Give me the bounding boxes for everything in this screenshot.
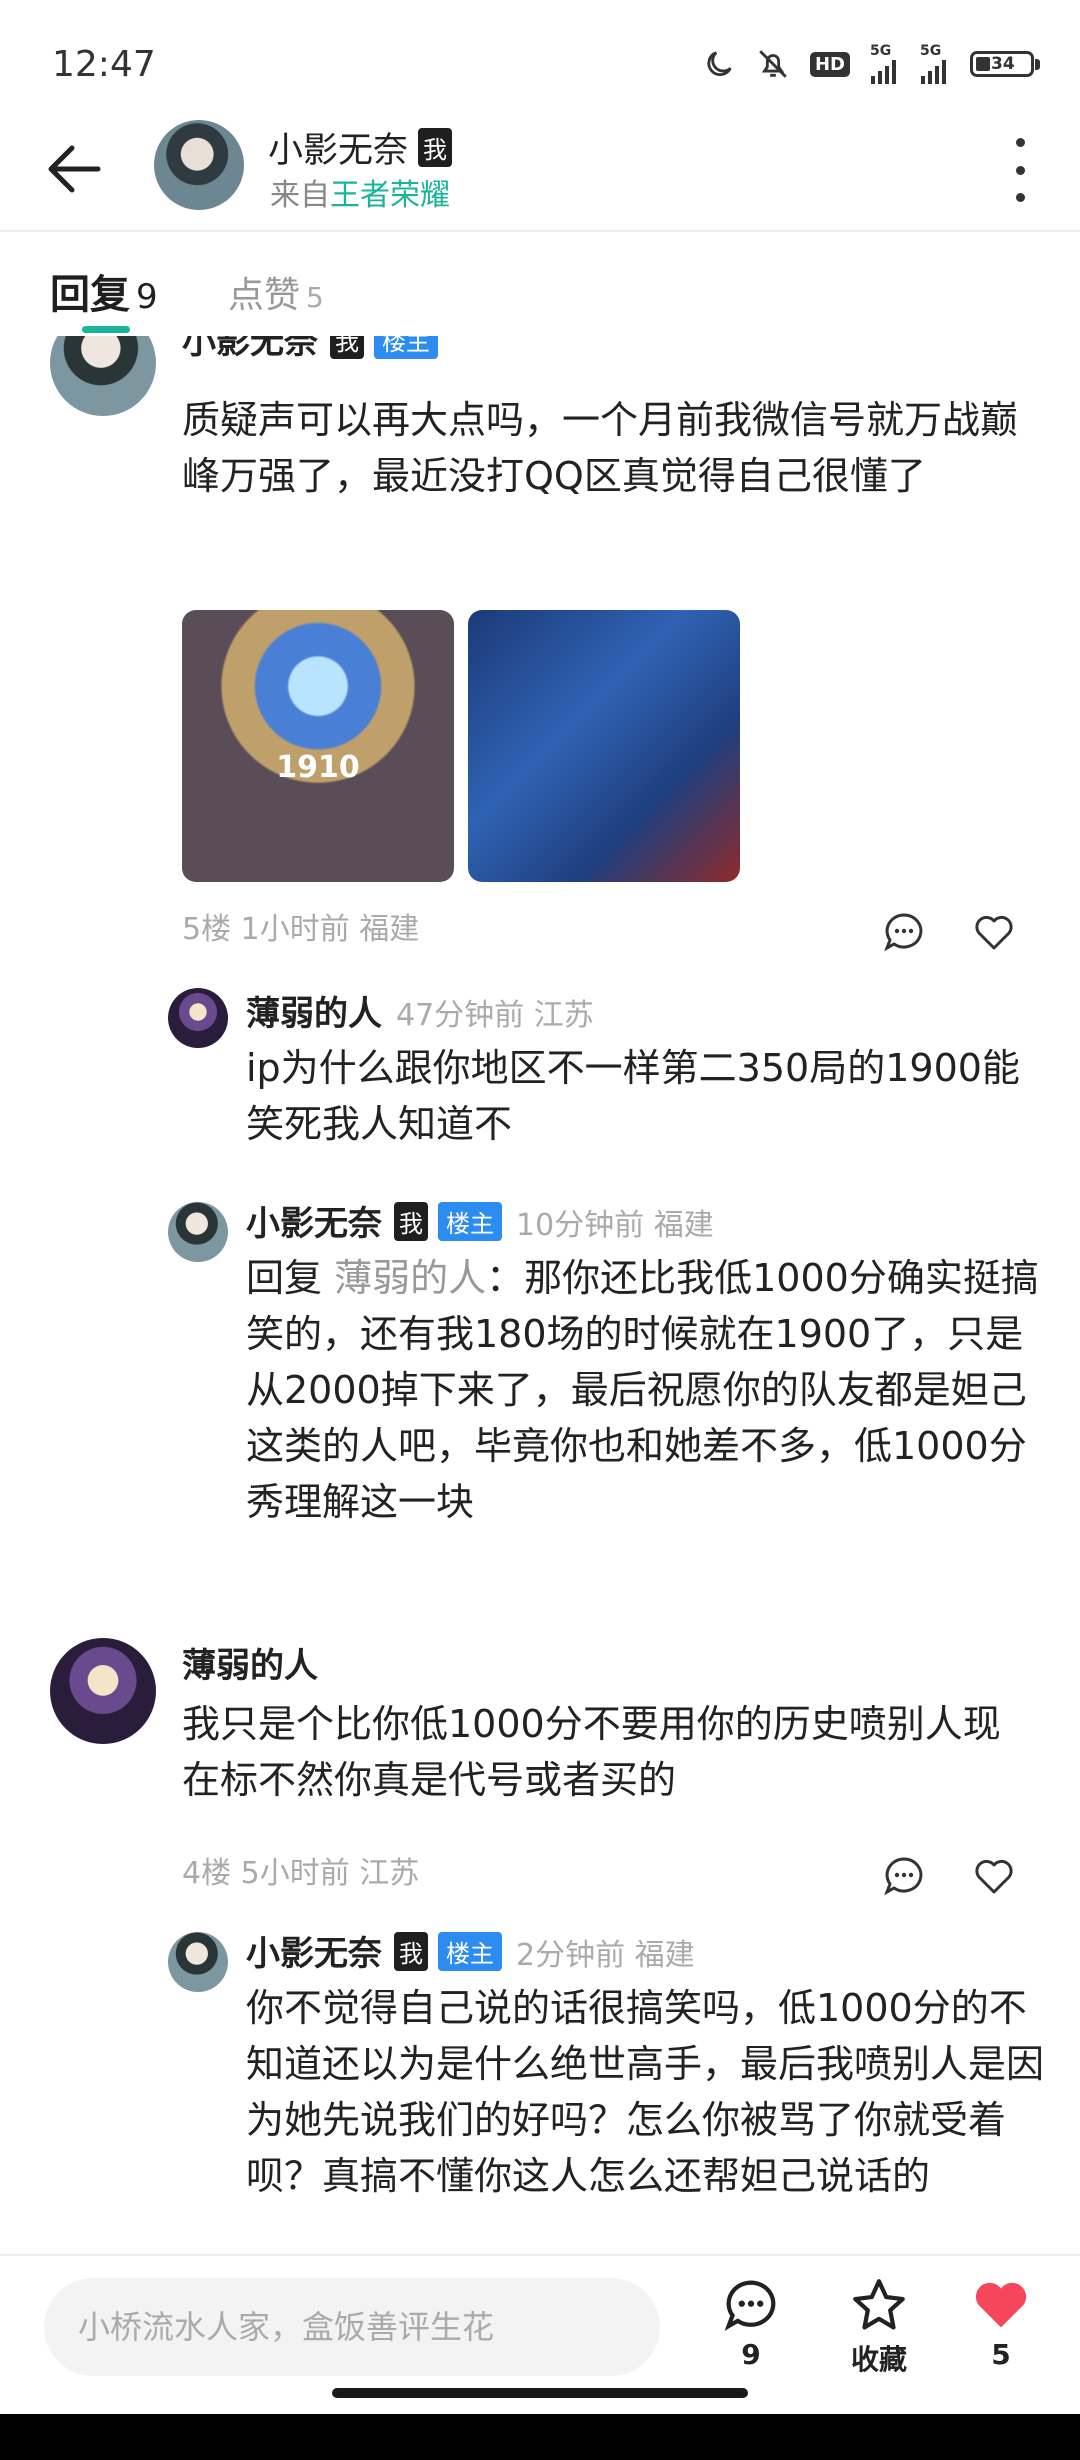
op-tag: 楼主 bbox=[438, 1202, 502, 1241]
reply-author[interactable]: 小影无奈我楼主 2分钟前 福建 bbox=[246, 1926, 695, 1975]
tabs: 回复 9 点赞 5 bbox=[0, 232, 1080, 336]
signal-icon bbox=[871, 60, 896, 84]
moon-icon bbox=[707, 51, 732, 76]
avatar[interactable] bbox=[168, 1202, 228, 1262]
post-image[interactable]: 1910 bbox=[182, 610, 454, 882]
comment-icon bbox=[724, 2280, 776, 2331]
star-icon bbox=[853, 2279, 905, 2330]
comment-icon[interactable] bbox=[882, 910, 926, 954]
tab-reply[interactable]: 回复 9 bbox=[50, 262, 158, 320]
status-bar: 12:47 HD 5G 5G 34 bbox=[0, 0, 1080, 110]
source-link[interactable]: 王者荣耀 bbox=[330, 178, 450, 213]
favorite-label: 收藏 bbox=[850, 2343, 907, 2376]
like-button[interactable]: 5 bbox=[956, 2276, 1046, 2371]
reply-author[interactable]: 小影无奈我楼主 10分钟前 福建 bbox=[246, 1196, 714, 1245]
header-source: 来自王者荣耀 bbox=[270, 178, 450, 213]
op-tag: 楼主 bbox=[374, 336, 438, 359]
reply-list[interactable]: 小影无奈我楼主 质疑声可以再大点吗，一个月前我微信号就万战巅峰万强了，最近没打Q… bbox=[0, 336, 1080, 2254]
op-tag: 楼主 bbox=[438, 1932, 502, 1971]
avatar[interactable] bbox=[168, 988, 228, 1048]
comment-input[interactable]: 小桥流水人家，盒饭善评生花 bbox=[44, 2278, 660, 2376]
status-icons: HD 5G 5G 34 bbox=[702, 44, 1040, 84]
header: 小影无奈我 来自王者荣耀 bbox=[0, 110, 1080, 232]
signal-icon bbox=[921, 60, 946, 84]
home-indicator[interactable] bbox=[332, 2388, 748, 2398]
hd-badge: HD bbox=[809, 51, 850, 77]
comment-count: 9 bbox=[741, 2338, 761, 2371]
heart-icon[interactable] bbox=[972, 1854, 1016, 1898]
reply-text[interactable]: 你不觉得自己说的话很搞笑吗，低1000分的不知道还以为是什么绝世高手，最后我喷别… bbox=[246, 1980, 1046, 2204]
post-image[interactable] bbox=[468, 610, 740, 882]
reply-author[interactable]: 薄弱的人 47分钟前 江苏 bbox=[246, 986, 594, 1035]
tab-underline bbox=[82, 326, 130, 333]
avatar[interactable] bbox=[50, 336, 156, 416]
me-tag: 我 bbox=[330, 336, 364, 359]
more-vertical-icon[interactable] bbox=[1000, 138, 1040, 202]
reply-text[interactable]: ip为什么跟你地区不一样第二350局的1900能笑死我人知道不 bbox=[246, 1040, 1046, 1152]
me-badge: 我 bbox=[418, 128, 453, 167]
heart-icon bbox=[975, 2282, 1027, 2328]
status-time: 12:47 bbox=[52, 44, 156, 85]
avatar[interactable] bbox=[50, 1638, 156, 1744]
signal-1: 5G bbox=[870, 44, 900, 84]
post-meta: 5楼 1小时前 福建 bbox=[182, 912, 420, 947]
avatar[interactable] bbox=[168, 1932, 228, 1992]
comment-button[interactable]: 9 bbox=[706, 2276, 796, 2371]
post-text[interactable]: 质疑声可以再大点吗，一个月前我微信号就万战巅峰万强了，最近没打QQ区真觉得自己很… bbox=[182, 392, 1038, 504]
tab-like[interactable]: 点赞 5 bbox=[228, 266, 324, 318]
signal-2: 5G bbox=[920, 44, 950, 84]
heart-icon[interactable] bbox=[972, 910, 1016, 954]
comment-icon[interactable] bbox=[882, 1854, 926, 1898]
me-tag: 我 bbox=[394, 1932, 428, 1971]
reply-text[interactable]: 回复 薄弱的人：那你还比我低1000分确实挺搞笑的，还有我180场的时候就在19… bbox=[246, 1250, 1046, 1530]
navigation-bar bbox=[0, 2414, 1080, 2460]
avatar[interactable] bbox=[154, 120, 244, 210]
header-user-name[interactable]: 小影无奈我 bbox=[268, 122, 453, 173]
favorite-button[interactable]: 收藏 bbox=[834, 2276, 924, 2378]
battery-icon: 34 bbox=[970, 51, 1040, 77]
post-author[interactable]: 薄弱的人 bbox=[182, 1638, 318, 1687]
post-meta: 4楼 5小时前 江苏 bbox=[182, 1856, 420, 1891]
back-arrow-icon[interactable] bbox=[40, 134, 110, 204]
like-count: 5 bbox=[991, 2338, 1011, 2371]
post-author[interactable]: 小影无奈我楼主 bbox=[182, 336, 438, 363]
reply-target-link[interactable]: 薄弱的人 bbox=[334, 1256, 486, 1300]
post-text[interactable]: 我只是个比你低1000分不要用你的历史喷别人现在标不然你真是代号或者买的 bbox=[182, 1696, 1038, 1808]
bell-off-icon bbox=[759, 50, 787, 78]
me-tag: 我 bbox=[394, 1202, 428, 1241]
